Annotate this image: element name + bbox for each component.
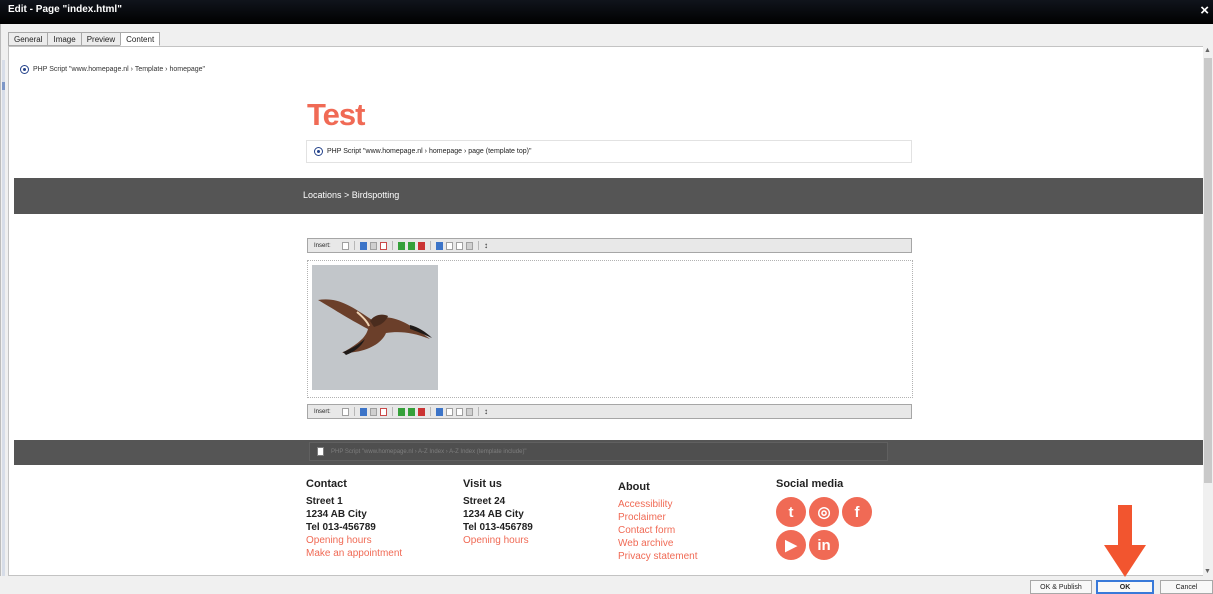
image-icon[interactable] — [436, 407, 443, 416]
include-php-label: PHP Script "www.homepage.nl › A-Z Index … — [331, 448, 527, 455]
eye-icon[interactable] — [446, 241, 453, 250]
text-block-icon[interactable] — [342, 407, 349, 416]
visit-phone: Tel 013-456789 — [463, 522, 533, 533]
site-title: Test — [307, 97, 365, 132]
link-icon[interactable] — [370, 407, 377, 416]
red-kite-image — [318, 299, 432, 355]
insert-label: Insert: — [314, 242, 331, 249]
breadcrumb-band: Locations > Birdspotting — [14, 178, 1203, 214]
table-icon[interactable] — [398, 241, 405, 250]
template-php-label: PHP Script "www.homepage.nl › Template ›… — [33, 65, 206, 73]
title-bar: Edit - Page "index.html" × — [0, 0, 1213, 24]
form-icon[interactable] — [360, 407, 367, 416]
eye-icon — [20, 64, 29, 74]
calendar-icon[interactable] — [380, 241, 387, 250]
breadcrumb: Locations > Birdspotting — [303, 190, 400, 200]
resize-arrows-icon[interactable]: ↕ — [484, 241, 489, 250]
list-icon[interactable] — [408, 241, 415, 250]
eye-icon — [314, 147, 323, 156]
form-icon[interactable] — [360, 241, 367, 250]
site-footer: Contact Street 1 1234 AB City Tel 013-45… — [9, 465, 1203, 575]
visit-city: 1234 AB City — [463, 509, 524, 520]
scroll-up-icon[interactable]: ▲ — [1204, 47, 1211, 54]
content-editor-frame: PHP Script "www.homepage.nl › Template ›… — [8, 46, 1204, 576]
resize-arrows-icon[interactable]: ↕ — [484, 407, 489, 416]
youtube-icon[interactable]: ▶ — [776, 530, 806, 560]
visit-column: Visit us Street 24 1234 AB City Tel 013-… — [463, 478, 533, 547]
calendar-icon[interactable] — [380, 407, 387, 416]
web-archive-link[interactable]: Web archive — [618, 537, 697, 550]
az-index-include[interactable]: PHP Script "www.homepage.nl › A-Z Index … — [309, 442, 888, 461]
link-icon[interactable] — [370, 241, 377, 250]
about-column: About Accessibility Proclaimer Contact f… — [618, 481, 697, 563]
tab-content[interactable]: Content — [120, 32, 161, 46]
image-icon[interactable] — [436, 241, 443, 250]
visit-opening-hours-link[interactable]: Opening hours — [463, 534, 533, 547]
content-area[interactable] — [307, 260, 913, 398]
facebook-icon[interactable]: f — [842, 497, 872, 527]
scroll-thumb[interactable] — [1204, 58, 1212, 483]
left-indicator — [2, 60, 5, 580]
contact-heading: Contact — [306, 478, 347, 490]
insert-label: Insert: — [314, 408, 331, 415]
visit-heading: Visit us — [463, 478, 502, 490]
flash-icon[interactable] — [418, 407, 425, 416]
tab-general[interactable]: General — [8, 32, 48, 46]
text-block-icon[interactable] — [342, 241, 349, 250]
flash-icon[interactable] — [418, 241, 425, 250]
page-php-script[interactable]: PHP Script "www.homepage.nl › homepage ›… — [306, 140, 912, 163]
ok-publish-button[interactable]: OK & Publish — [1030, 580, 1092, 594]
contact-opening-hours-link[interactable]: Opening hours — [306, 534, 402, 547]
twitter-icon[interactable]: t — [776, 497, 806, 527]
table-icon[interactable] — [398, 407, 405, 416]
social-heading: Social media — [776, 478, 844, 490]
eye-icon[interactable] — [446, 407, 453, 416]
vertical-scrollbar[interactable]: ▲ ▼ — [1203, 46, 1213, 576]
template-php-script[interactable]: PHP Script "www.homepage.nl › Template ›… — [9, 61, 205, 77]
contact-column: Contact Street 1 1234 AB City Tel 013-45… — [306, 478, 402, 560]
bird-photo[interactable] — [312, 265, 438, 390]
proclaimer-link[interactable]: Proclaimer — [618, 511, 697, 524]
close-icon[interactable]: × — [1200, 2, 1209, 19]
contact-phone: Tel 013-456789 — [306, 522, 376, 533]
contact-form-link[interactable]: Contact form — [618, 524, 697, 537]
php-icon[interactable] — [456, 407, 463, 416]
include-band: PHP Script "www.homepage.nl › A-Z Index … — [14, 440, 1203, 465]
accessibility-link[interactable]: Accessibility — [618, 498, 697, 511]
tab-bar: General Image Preview Content — [8, 32, 161, 46]
plugin-icon[interactable] — [466, 407, 473, 416]
contact-street: Street 1 — [306, 496, 343, 507]
insert-toolbar-top: Insert: ↕ — [307, 238, 912, 253]
page-php-label: PHP Script "www.homepage.nl › homepage ›… — [327, 148, 532, 155]
php-icon[interactable] — [456, 241, 463, 250]
visit-street: Street 24 — [463, 496, 506, 507]
contact-city: 1234 AB City — [306, 509, 367, 520]
scroll-down-icon[interactable]: ▼ — [1204, 568, 1211, 575]
plugin-icon[interactable] — [466, 241, 473, 250]
make-appointment-link[interactable]: Make an appointment — [306, 547, 402, 560]
window-title: Edit - Page "index.html" — [8, 4, 122, 15]
document-icon — [317, 447, 324, 456]
tab-image[interactable]: Image — [47, 32, 81, 46]
linkedin-icon[interactable]: in — [809, 530, 839, 560]
cancel-button[interactable]: Cancel — [1160, 580, 1213, 594]
social-column: Social media t ◎ f ▶ in — [776, 478, 872, 560]
ok-button[interactable]: OK — [1096, 580, 1154, 594]
about-heading: About — [618, 481, 650, 493]
insert-toolbar-bottom: Insert: ↕ — [307, 404, 912, 419]
instagram-icon[interactable]: ◎ — [809, 497, 839, 527]
list-icon[interactable] — [408, 407, 415, 416]
tab-preview[interactable]: Preview — [80, 32, 121, 46]
down-arrow-annotation — [1104, 505, 1146, 577]
privacy-statement-link[interactable]: Privacy statement — [618, 550, 697, 563]
